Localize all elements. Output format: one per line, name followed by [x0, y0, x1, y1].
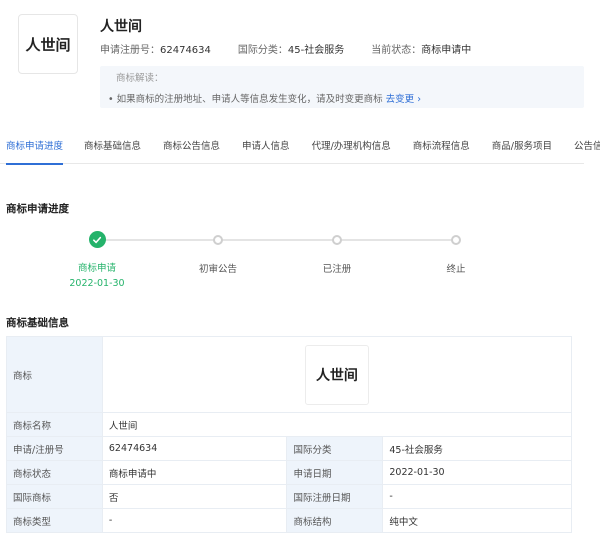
tab-goods-services[interactable]: 商品/服务项目: [492, 130, 552, 164]
progress-title: 商标申请进度: [6, 203, 69, 215]
cell-value: 纯中文: [382, 508, 572, 533]
change-link-label[interactable]: 去变更: [386, 94, 415, 105]
class-label: 国际分类：: [237, 45, 288, 56]
status: 当前状态：商标申请中: [371, 41, 471, 56]
class: 国际分类：45-社会服务: [238, 41, 344, 56]
change-link[interactable]: 去变更 ›: [386, 94, 421, 105]
step-label: 初审公告: [198, 264, 237, 275]
step-label: 终止: [446, 264, 466, 275]
step-date: 2022-01-30: [69, 278, 125, 289]
progress-step-3: 已注册: [292, 232, 382, 275]
table-row: 商标类型 - 商标结构 纯中文: [6, 508, 572, 533]
note-line: • 如果商标的注册地址、申请人等信息发生变化，请及时变更商标 去变更 ›: [108, 91, 576, 105]
cell-value: 商标申请中: [101, 460, 288, 485]
cell-value: 45-社会服务: [382, 436, 572, 461]
cell-label: 国际注册日期: [286, 484, 384, 509]
pending-dot-icon: [332, 235, 342, 245]
name-value: 人世间: [101, 412, 573, 437]
reg-no-value: 62474634: [160, 45, 211, 56]
trademark-meta: 申请注册号：62474634 国际分类：45-社会服务 当前状态：商标申请中: [100, 41, 498, 56]
pending-dot-icon: [213, 235, 223, 245]
table-row: 国际商标 否 国际注册日期 -: [6, 484, 572, 509]
cell-label: 国际商标: [6, 484, 103, 509]
tab-agency-info[interactable]: 代理/办理机构信息: [312, 130, 391, 164]
trademark-note: 商标解读： • 如果商标的注册地址、申请人等信息发生变化，请及时变更商标 去变更…: [100, 66, 584, 108]
name-label: 商标名称: [6, 412, 103, 437]
cell-value: -: [382, 484, 572, 509]
cell-label: 商标结构: [286, 508, 384, 533]
progress-step-1: 商标申请 2022-01-30: [52, 231, 142, 289]
logo-label: 商标: [6, 336, 103, 413]
tab-gazette-info[interactable]: 公告信息: [574, 130, 600, 164]
progress-track: [97, 239, 457, 241]
table-row: 商标名称 人世间: [6, 412, 573, 437]
table-row: 商标状态 商标申请中 申请日期 2022-01-30: [6, 460, 572, 485]
progress-tracker: 商标申请 2022-01-30 初审公告 已注册 终止: [0, 231, 600, 292]
cell-value: 否: [101, 484, 288, 509]
tab-applicant-info[interactable]: 申请人信息: [242, 130, 290, 164]
chevron-right-icon: ›: [417, 94, 422, 105]
tab-basic-info[interactable]: 商标基础信息: [84, 130, 141, 164]
basic-info-title: 商标基础信息: [6, 317, 69, 329]
cell-value: 2022-01-30: [382, 460, 572, 485]
reg-no-label: 申请注册号：: [100, 45, 160, 56]
tab-application-progress[interactable]: 商标申请进度: [6, 130, 64, 165]
logo-cell: 人世间: [101, 336, 573, 413]
cell-label: 申请/注册号: [6, 436, 103, 461]
check-icon: [88, 231, 106, 248]
status-label: 当前状态：: [371, 45, 422, 56]
reg-no: 申请注册号：62474634: [100, 41, 211, 56]
progress-step-2: 初审公告: [173, 232, 263, 275]
cell-label: 申请日期: [286, 460, 384, 485]
basic-info-table: 商标 人世间 商标名称 人世间 申请/注册号 62474634 国际分类 45-…: [6, 336, 573, 533]
pending-dot-icon: [451, 235, 461, 245]
table-row: 申请/注册号 62474634 国际分类 45-社会服务: [6, 436, 572, 461]
status-value: 商标申请中: [421, 45, 472, 56]
cell-value: 62474634: [101, 436, 288, 461]
tab-process-info[interactable]: 商标流程信息: [413, 130, 470, 164]
cell-label: 商标状态: [6, 460, 103, 485]
trademark-logo: 人世间: [18, 14, 78, 74]
cell-label: 商标类型: [6, 508, 103, 533]
cell-label: 国际分类: [286, 436, 384, 461]
table-row: 商标 人世间: [6, 336, 573, 413]
progress-step-4: 终止: [411, 232, 501, 275]
step-label: 商标申请: [77, 263, 116, 274]
tab-bar: 商标申请进度 商标基础信息 商标公告信息 申请人信息 代理/办理机构信息 商标流…: [0, 130, 600, 165]
cell-value: -: [101, 508, 288, 533]
note-text: • 如果商标的注册地址、申请人等信息发生变化，请及时变更商标: [108, 94, 383, 105]
step-label: 已注册: [322, 264, 352, 275]
trademark-name: 人世间: [100, 19, 142, 35]
note-title: 商标解读：: [116, 73, 164, 84]
tab-announcement-info[interactable]: 商标公告信息: [163, 130, 220, 164]
trademark-image: 人世间: [304, 344, 369, 405]
class-value: 45-社会服务: [287, 45, 345, 56]
